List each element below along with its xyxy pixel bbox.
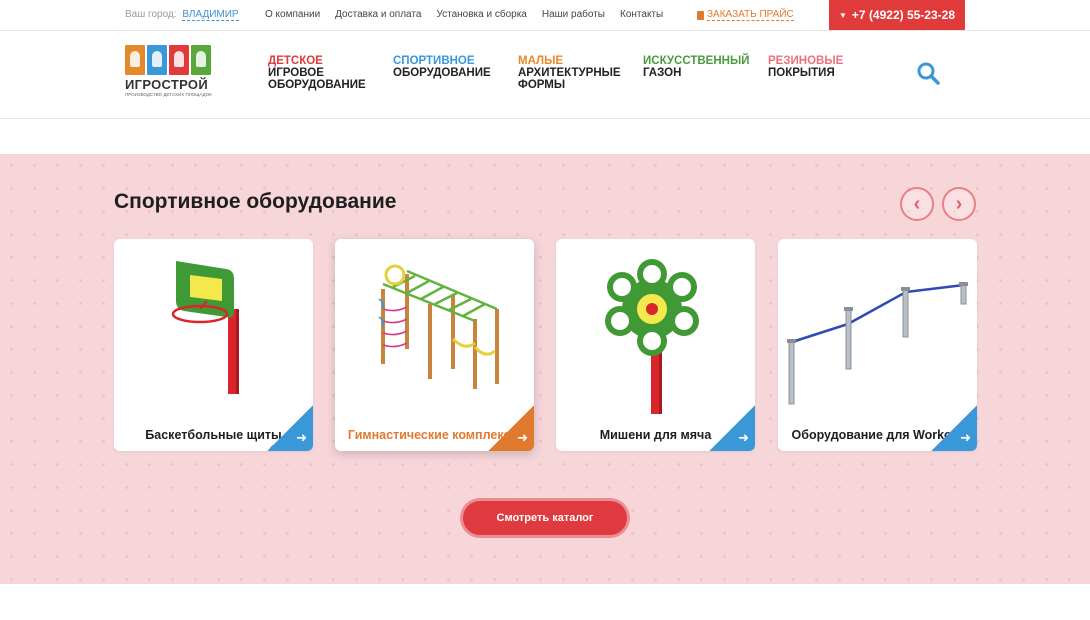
workout-bars-illustration bbox=[787, 282, 968, 405]
ball-target-illustration bbox=[605, 259, 699, 414]
chevron-right-icon: › bbox=[955, 192, 963, 215]
nav-item-accent: ДЕТСКОЕ bbox=[268, 55, 323, 67]
nav-item-accent: РЕЗИНОВЫЕ bbox=[768, 55, 844, 67]
search-icon[interactable] bbox=[916, 61, 940, 85]
order-price-link[interactable]: ЗАКАЗАТЬ ПРАЙС bbox=[697, 9, 794, 21]
category-card-workout[interactable]: Оборудование для Workout ➜ bbox=[778, 239, 977, 451]
phone-button[interactable]: ▼ +7 (4922) 55-23-28 bbox=[829, 0, 965, 30]
logo-tagline: ПРОИЗВОДСТВО ДЕТСКИХ ПЛОЩАДОК bbox=[125, 92, 212, 97]
city-label: Ваш город: bbox=[125, 9, 177, 20]
arrow-right-icon: ➜ bbox=[517, 430, 528, 445]
category-card-targets[interactable]: Мишени для мяча ➜ bbox=[556, 239, 755, 451]
top-links: О компании Доставка и оплата Установка и… bbox=[265, 9, 663, 20]
category-card-basketball[interactable]: Баскетбольные щиты ➜ bbox=[114, 239, 313, 451]
basketball-hoop-illustration bbox=[171, 261, 239, 394]
logo-tile bbox=[169, 45, 189, 75]
nav-item-playground[interactable]: ДЕТСКОЕ ИГРОВОЕ ОБОРУДОВАНИЕ bbox=[268, 55, 393, 91]
logo-tile bbox=[147, 45, 167, 75]
top-link-works[interactable]: Наши работы bbox=[542, 9, 605, 20]
nav-item-small-forms[interactable]: МАЛЫЕ АРХИТЕКТУРНЫЕ ФОРМЫ bbox=[518, 55, 643, 91]
nav-item-rest: АРХИТЕКТУРНЫЕ ФОРМЫ bbox=[518, 67, 621, 91]
top-link-contacts[interactable]: Контакты bbox=[620, 9, 663, 20]
section-title: Спортивное оборудование bbox=[114, 190, 397, 213]
catalog-button-wrap: Смотреть каталог bbox=[460, 498, 630, 538]
nav-item-sport[interactable]: СПОРТИВНОЕ ОБОРУДОВАНИЕ bbox=[393, 55, 518, 91]
nav-item-rest: ПОКРЫТИЯ bbox=[768, 67, 835, 79]
nav-item-accent: СПОРТИВНОЕ bbox=[393, 55, 475, 67]
top-link-about[interactable]: О компании bbox=[265, 9, 320, 20]
logo-name: ИГРОСТРОЙ bbox=[125, 77, 208, 92]
sport-equipment-section: Спортивное оборудование ‹ › Баскетбольны… bbox=[0, 154, 1090, 584]
document-icon bbox=[697, 10, 704, 20]
arrow-right-icon: ➜ bbox=[296, 430, 307, 445]
gym-complex-illustration bbox=[378, 264, 499, 389]
category-card-gymnastics[interactable]: Гимнастические комплексы ➜ bbox=[335, 239, 534, 451]
nav-item-rubber[interactable]: РЕЗИНОВЫЕ ПОКРЫТИЯ bbox=[768, 55, 878, 91]
logo[interactable]: ИГРОСТРОЙ ПРОИЗВОДСТВО ДЕТСКИХ ПЛОЩАДОК bbox=[125, 45, 215, 105]
view-catalog-button[interactable]: Смотреть каталог bbox=[463, 501, 627, 535]
main-nav: ДЕТСКОЕ ИГРОВОЕ ОБОРУДОВАНИЕ СПОРТИВНОЕ … bbox=[268, 55, 878, 91]
phone-number: +7 (4922) 55-23-28 bbox=[851, 8, 955, 22]
top-bar: Ваш город: ВЛАДИМИР О компании Доставка … bbox=[0, 0, 1090, 31]
chevron-down-icon: ▼ bbox=[839, 10, 847, 20]
carousel-prev-button[interactable]: ‹ bbox=[900, 187, 934, 221]
top-link-installation[interactable]: Установка и сборка bbox=[436, 9, 526, 20]
arrow-right-icon: ➜ bbox=[738, 430, 749, 445]
nav-item-rest: ГАЗОН bbox=[643, 67, 682, 79]
nav-item-accent: ИСКУССТВЕННЫЙ bbox=[643, 55, 750, 67]
main-header: ИГРОСТРОЙ ПРОИЗВОДСТВО ДЕТСКИХ ПЛОЩАДОК … bbox=[0, 31, 1090, 119]
nav-item-accent: МАЛЫЕ bbox=[518, 55, 564, 67]
logo-hands-icon bbox=[125, 45, 215, 75]
arrow-right-icon: ➜ bbox=[960, 430, 971, 445]
chevron-left-icon: ‹ bbox=[913, 192, 921, 215]
carousel-next-button[interactable]: › bbox=[942, 187, 976, 221]
order-price-label: ЗАКАЗАТЬ ПРАЙС bbox=[707, 9, 794, 21]
nav-item-rest: ОБОРУДОВАНИЕ bbox=[393, 67, 491, 79]
city-link[interactable]: ВЛАДИМИР bbox=[182, 9, 239, 21]
nav-item-rest: ИГРОВОЕ ОБОРУДОВАНИЕ bbox=[268, 67, 366, 91]
top-link-delivery[interactable]: Доставка и оплата bbox=[335, 9, 421, 20]
city-selector: Ваш город: ВЛАДИМИР bbox=[125, 9, 239, 21]
logo-tile bbox=[125, 45, 145, 75]
nav-item-turf[interactable]: ИСКУССТВЕННЫЙ ГАЗОН bbox=[643, 55, 768, 91]
logo-tile bbox=[191, 45, 211, 75]
